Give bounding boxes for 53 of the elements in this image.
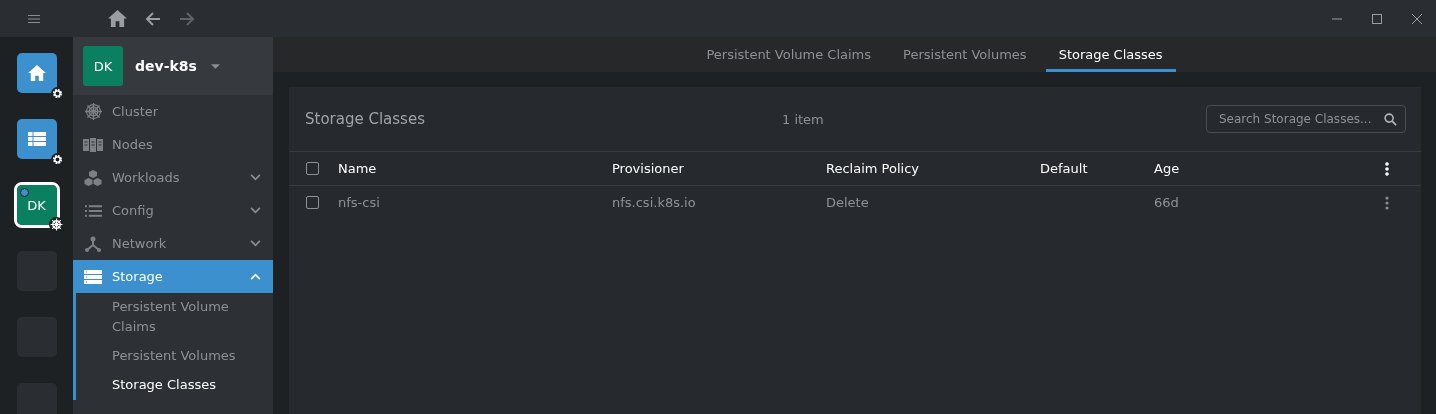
list-icon <box>84 204 102 217</box>
tab[interactable]: Persistent Volumes <box>890 37 1040 72</box>
chevron-up-icon[interactable] <box>250 273 261 280</box>
home-icon[interactable] <box>108 10 127 27</box>
panel-title: Storage Classes <box>305 110 426 128</box>
sidebar-item[interactable]: Cluster <box>73 95 273 128</box>
more-options-icon[interactable] <box>1385 161 1389 176</box>
menu-icon[interactable] <box>28 14 40 23</box>
column-header[interactable]: Name <box>338 161 612 176</box>
back-arrow-icon[interactable] <box>145 10 161 27</box>
column-header[interactable]: Default <box>1040 161 1154 176</box>
cubes-icon <box>84 169 102 186</box>
sidebar-item[interactable]: Config <box>73 194 273 227</box>
helm-icon <box>48 217 64 232</box>
server-rack-icon <box>83 137 103 152</box>
search-field[interactable]: Search Storage Classes... <box>1206 105 1406 133</box>
item-count: 1 item <box>782 111 825 127</box>
network-icon <box>85 235 101 252</box>
column-header[interactable]: Reclaim Policy <box>826 161 1040 176</box>
sidebar-subitem[interactable]: Persistent Volume Claims <box>76 293 273 342</box>
dropdown-caret-icon[interactable] <box>210 63 220 69</box>
sidebar-item[interactable]: Workloads <box>73 161 273 194</box>
sidebar-subitem[interactable]: Persistent Volumes <box>76 342 273 371</box>
sidebar-item[interactable]: Nodes <box>73 128 273 161</box>
chevron-down-icon[interactable] <box>250 240 261 247</box>
chevron-down-icon[interactable] <box>250 207 261 214</box>
search-icon <box>1384 112 1397 126</box>
table-cell: 66d <box>1154 195 1179 210</box>
gear-icon <box>50 87 64 100</box>
sidebar-item[interactable]: Network <box>73 227 273 260</box>
tab[interactable]: Persistent Volume Claims <box>693 37 885 72</box>
cluster-avatar: DK <box>83 46 123 86</box>
maximize-icon[interactable] <box>1372 13 1382 24</box>
tab[interactable]: Storage Classes <box>1045 37 1176 72</box>
list-icon <box>27 132 46 146</box>
helm-icon <box>84 103 102 120</box>
table-cell: nfs-csi <box>338 195 380 210</box>
sidebar-subitem[interactable]: Storage Classes <box>76 371 273 400</box>
home-icon <box>27 65 46 81</box>
forward-arrow-icon[interactable] <box>179 10 195 27</box>
select-all-checkbox[interactable] <box>306 162 319 175</box>
chevron-down-icon[interactable] <box>250 174 261 181</box>
gear-icon <box>50 153 64 166</box>
table-cell: nfs.csi.k8s.io <box>612 195 696 210</box>
row-checkbox[interactable] <box>306 196 319 209</box>
status-dot <box>19 188 29 197</box>
column-header[interactable]: Provisioner <box>612 161 826 176</box>
close-icon[interactable] <box>1412 13 1422 24</box>
storage-icon <box>84 269 102 284</box>
cluster-name[interactable]: dev-k8s <box>135 58 197 74</box>
table-cell: Delete <box>826 195 869 210</box>
sidebar-item[interactable]: Storage <box>73 260 273 293</box>
column-header[interactable]: Age <box>1154 161 1354 176</box>
